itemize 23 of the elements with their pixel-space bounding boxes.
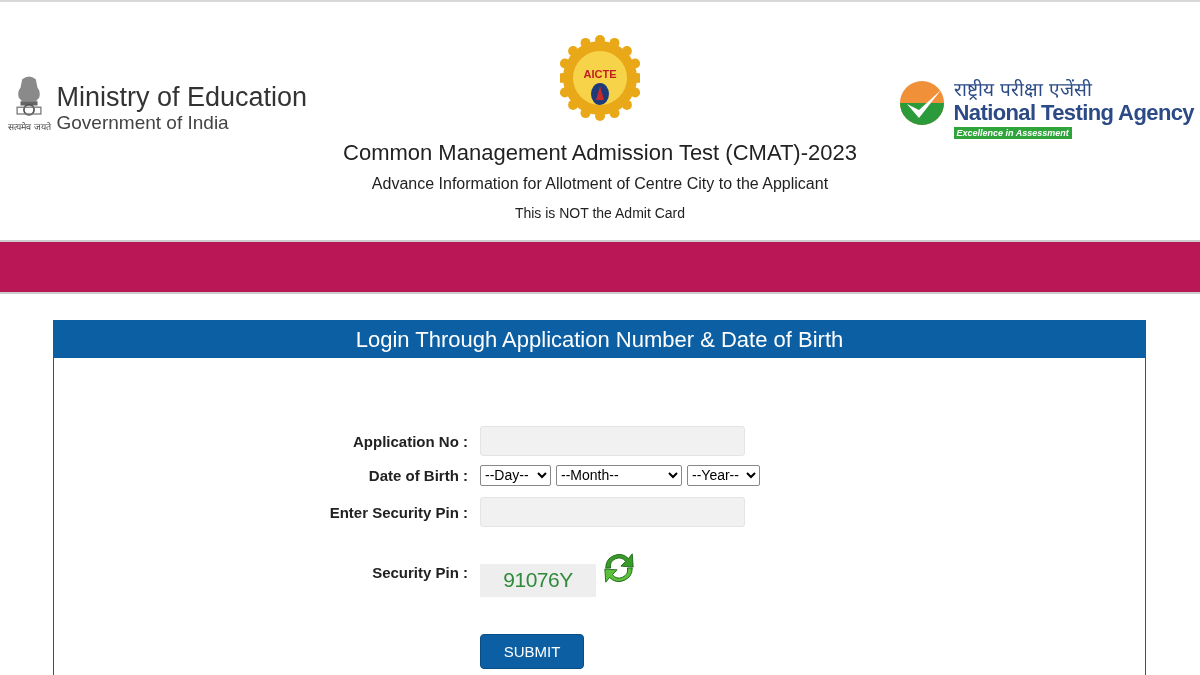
agency-name: National Testing Agency — [953, 100, 1194, 126]
page-title: Common Management Admission Test (CMAT)-2023 — [343, 140, 857, 166]
select-field[interactable]: --Year-- — [687, 464, 760, 486]
select-field[interactable]: --Month-- — [556, 464, 682, 486]
input-field[interactable] — [480, 426, 745, 456]
logo-text: AICTE — [583, 68, 617, 80]
check-logo-icon — [898, 80, 945, 126]
ministry-title: Ministry of Education — [56, 82, 308, 112]
captcha-code: 91076Y — [503, 568, 573, 592]
page-subtitle: Advance Information for Allotment of Centre City to the Applicant — [371, 174, 829, 194]
field-label: Application No : — [352, 432, 469, 450]
field-label: Enter Security Pin : — [328, 503, 469, 521]
submit-button[interactable]: SUBMIT — [480, 634, 584, 669]
select-field[interactable]: --Day-- — [480, 464, 551, 486]
notice-text: This is NOT the Admit Card — [514, 204, 686, 222]
ministry-subtitle: Government of India — [56, 112, 230, 134]
field-label: Security Pin : — [371, 563, 469, 581]
field-label: Date of Birth : — [367, 466, 469, 484]
input-field[interactable] — [480, 497, 745, 527]
emblem-motto: सत्यमेव जयते — [8, 122, 51, 132]
panel-title: Login Through Application Number & Date of Birth — [54, 320, 1145, 358]
agency-hindi-name: राष्ट्रीय परीक्षा एजेंसी — [953, 78, 1092, 100]
agency-tagline: Excellence in Assessment — [953, 127, 1072, 139]
